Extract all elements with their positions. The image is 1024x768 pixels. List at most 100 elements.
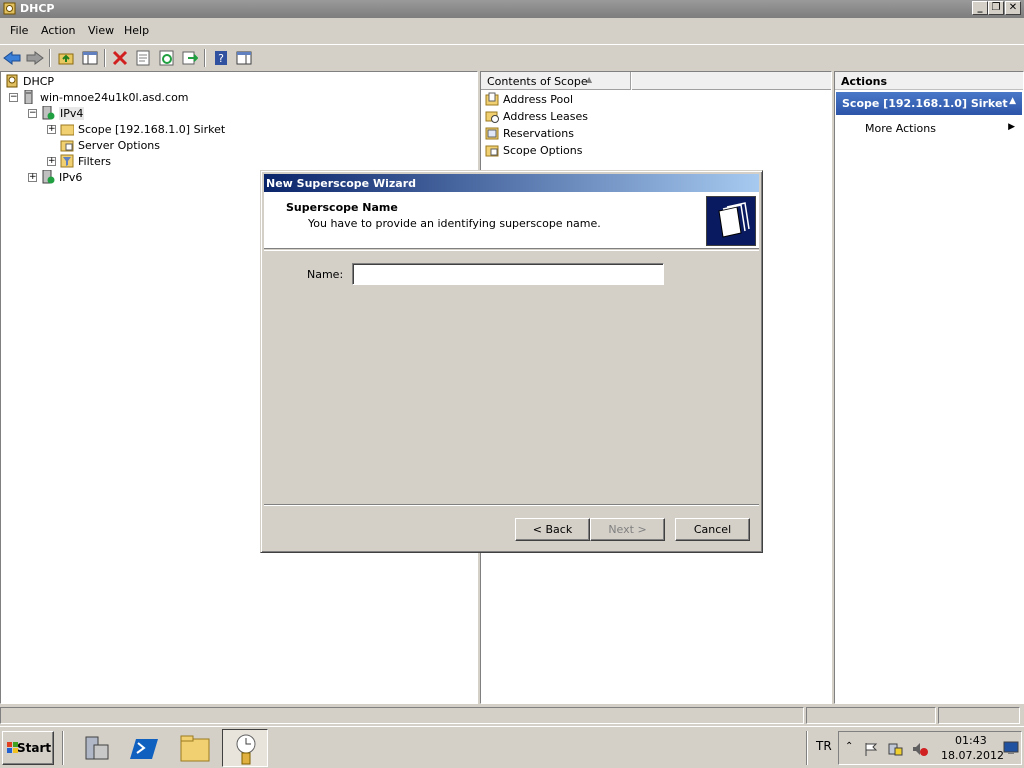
tree-item-ipv6[interactable]: + IPv6 (28, 169, 82, 185)
menu-file[interactable]: File (10, 24, 28, 37)
export-icon[interactable] (180, 48, 200, 68)
tree-item-dhcp[interactable]: DHCP (5, 73, 54, 89)
new-superscope-wizard-dialog: New Superscope Wizard Superscope Name Yo… (260, 170, 763, 553)
minimize-button[interactable]: _ (972, 1, 988, 15)
help-icon[interactable]: ? (211, 48, 231, 68)
wizard-subheading: You have to provide an identifying super… (308, 217, 601, 230)
show-hidden-icons[interactable]: ⌃ (845, 741, 853, 752)
back-icon[interactable] (2, 48, 22, 68)
explorer-icon[interactable] (178, 731, 214, 765)
back-button[interactable]: < Back (515, 518, 590, 541)
list-item-label: Reservations (503, 126, 574, 140)
taskbar-separator (62, 731, 64, 765)
tree-label: win-mnoe24u1k0l.asd.com (40, 90, 189, 104)
taskbar: Start TR ⌃ 01:43 18.07.2012 (0, 726, 1024, 768)
tree-item-scope[interactable]: + Scope [192.168.1.0] Sirket (47, 121, 225, 137)
toolbar: ? (0, 44, 1024, 70)
expand-icon[interactable]: + (47, 156, 56, 166)
actions-section-header[interactable]: Scope [192.168.1.0] Sirket ▲ (836, 92, 1022, 115)
more-actions-item[interactable]: More Actions ▶ (865, 122, 1015, 138)
properties-icon[interactable] (133, 48, 153, 68)
collapse-icon[interactable]: − (28, 108, 37, 118)
list-item-reservations[interactable]: Reservations (485, 125, 574, 141)
server-options-icon (60, 140, 74, 152)
folder-icon (60, 124, 74, 136)
menu-view[interactable]: View (88, 24, 114, 37)
superscope-wizard-icon (706, 196, 756, 246)
clock-time[interactable]: 01:43 (955, 734, 987, 747)
forward-icon[interactable] (25, 48, 45, 68)
menu-bar: File Action View Help (0, 20, 1024, 42)
delete-icon[interactable] (110, 48, 130, 68)
tree-label: IPv4 (59, 106, 85, 120)
tree-label: Filters (78, 154, 111, 168)
column-header-blank[interactable] (632, 72, 831, 90)
collapse-section-icon[interactable]: ▲ (1009, 96, 1016, 106)
dhcp-icon (6, 74, 18, 88)
tree-label: Scope [192.168.1.0] Sirket (78, 122, 226, 136)
network-icon[interactable] (887, 741, 903, 757)
close-button[interactable]: ✕ (1005, 1, 1021, 15)
taskbar-separator (806, 731, 808, 765)
list-item-address-pool[interactable]: Address Pool (485, 91, 573, 107)
column-header-label: Contents of Scope (487, 75, 588, 88)
actions-header: Actions (835, 72, 1023, 90)
windows-logo-icon (7, 742, 18, 753)
reservations-icon (485, 127, 499, 140)
filter-icon (60, 154, 74, 168)
toolbar-separator (49, 49, 51, 67)
list-item-scope-options[interactable]: Scope Options (485, 142, 582, 158)
restore-button[interactable]: ❐ (988, 1, 1004, 15)
ipv4-icon (42, 106, 55, 120)
volume-muted-icon[interactable] (911, 741, 929, 757)
status-bar (0, 705, 1024, 725)
start-button[interactable]: Start (2, 731, 54, 765)
action-center-flag-icon[interactable] (863, 741, 879, 757)
ipv6-icon (42, 170, 55, 184)
dhcp-taskbar-button[interactable] (222, 729, 268, 767)
address-leases-icon (485, 111, 499, 123)
wizard-heading: Superscope Name (286, 201, 398, 214)
dhcp-app-icon (3, 2, 16, 15)
tree-label: Server Options (78, 138, 161, 152)
show-hide-action-pane-icon[interactable] (234, 48, 254, 68)
show-hide-tree-icon[interactable] (80, 48, 100, 68)
scope-options-icon (485, 145, 499, 157)
actions-pane: Actions Scope [192.168.1.0] Sirket ▲ Mor… (834, 71, 1024, 704)
sort-ascending-icon: ▲ (586, 75, 593, 84)
list-item-label: Scope Options (503, 143, 583, 157)
header-divider (264, 250, 759, 251)
expand-icon[interactable]: + (47, 124, 56, 134)
wizard-header: Superscope Name You have to provide an i… (264, 192, 759, 249)
refresh-icon[interactable] (157, 48, 177, 68)
list-item-label: Address Leases (503, 109, 588, 123)
name-label: Name: (307, 268, 344, 281)
column-header-contents[interactable]: Contents of Scope ▲ (481, 72, 631, 90)
toolbar-separator (104, 49, 106, 67)
next-button[interactable]: Next > (590, 518, 665, 541)
tree-label: IPv6 (59, 170, 83, 184)
submenu-arrow-icon: ▶ (1008, 122, 1015, 132)
tree-item-filters[interactable]: + Filters (47, 153, 111, 169)
list-item-label: Address Pool (503, 92, 574, 106)
tree-item-server[interactable]: − win-mnoe24u1k0l.asd.com (9, 89, 189, 105)
server-manager-icon[interactable] (78, 731, 114, 765)
tree-item-server-options[interactable]: Server Options (60, 137, 160, 153)
show-desktop-icon[interactable] (1003, 741, 1019, 755)
powershell-icon[interactable] (128, 731, 164, 765)
superscope-name-input[interactable] (352, 263, 664, 285)
up-folder-icon[interactable] (56, 48, 76, 68)
collapse-icon[interactable]: − (9, 92, 18, 102)
more-actions-label: More Actions (865, 122, 936, 135)
expand-icon[interactable]: + (28, 172, 37, 182)
button-divider (264, 504, 759, 506)
list-item-address-leases[interactable]: Address Leases (485, 108, 588, 124)
tree-item-ipv4[interactable]: − IPv4 (28, 105, 85, 121)
menu-action[interactable]: Action (41, 24, 75, 37)
address-pool-icon (485, 92, 499, 106)
tree-label: DHCP (23, 74, 55, 88)
clock-date[interactable]: 18.07.2012 (941, 749, 1004, 762)
input-language[interactable]: TR (816, 739, 832, 753)
cancel-button[interactable]: Cancel (675, 518, 750, 541)
menu-help[interactable]: Help (124, 24, 149, 37)
